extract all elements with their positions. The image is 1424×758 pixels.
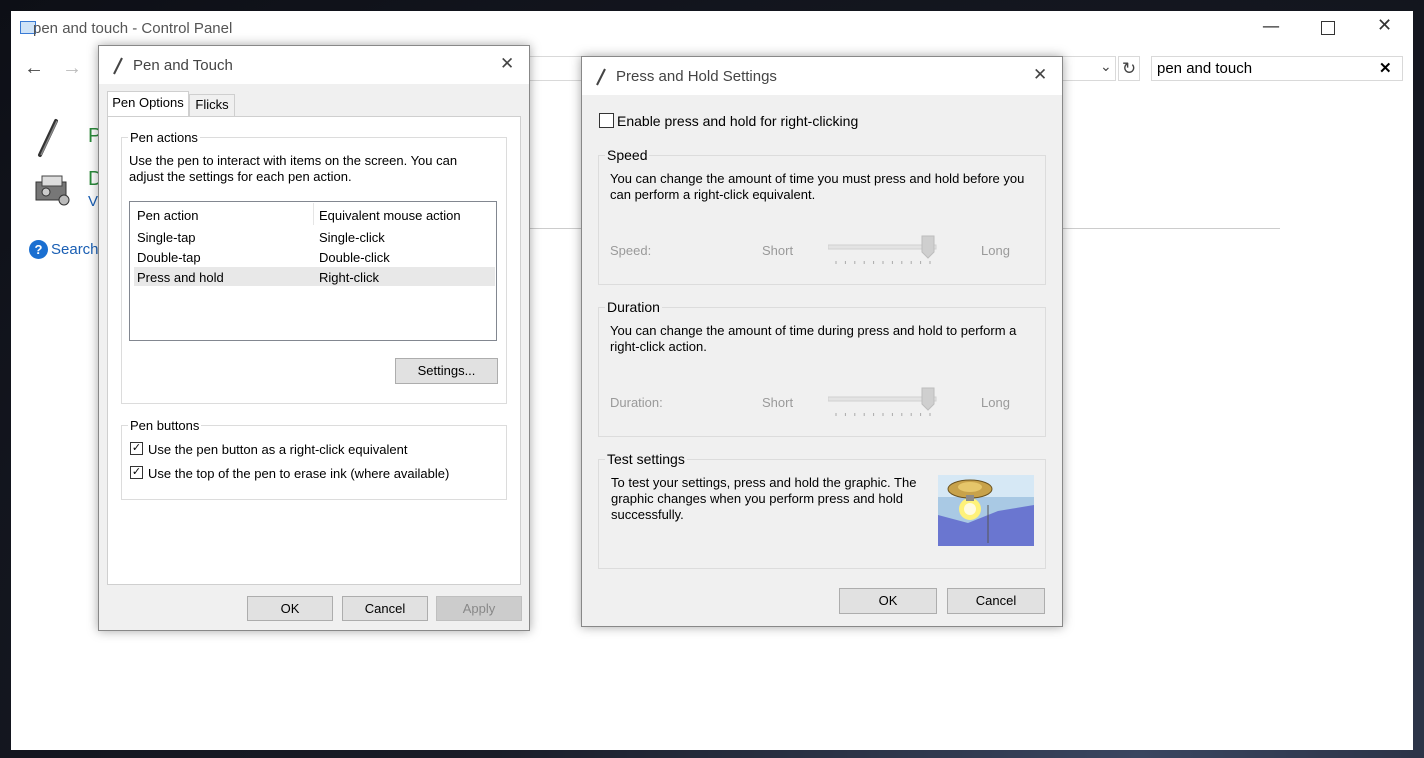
speed-long-label: Long	[981, 243, 1010, 258]
close-icon[interactable]: ✕	[1033, 65, 1047, 85]
duration-slider[interactable]	[827, 386, 940, 420]
duration-long-label: Long	[981, 395, 1010, 410]
apply-button[interactable]: Apply	[436, 596, 522, 621]
ok-button[interactable]: OK	[247, 596, 333, 621]
pen-actions-description: Use the pen to interact with items on th…	[129, 153, 458, 184]
pen-icon	[596, 68, 606, 86]
close-icon[interactable]: ✕	[500, 54, 514, 74]
pen-button-checkbox[interactable]: ✓	[130, 442, 143, 455]
column-header-pen-action[interactable]: Pen action	[137, 208, 198, 223]
duration-group-label: Duration	[605, 299, 662, 315]
table-row-cell[interactable]: Right-click	[319, 270, 379, 285]
test-settings-description: To test your settings, press and hold th…	[611, 475, 917, 522]
dialog-title: Press and Hold Settings	[616, 68, 777, 85]
pen-and-touch-dialog: Pen and Touch ✕ Pen Options Flicks Pen a…	[98, 45, 530, 631]
pen-buttons-label: Pen buttons	[128, 418, 202, 433]
pen-icon	[113, 57, 123, 75]
slider-thumb	[921, 387, 935, 411]
forward-arrow-icon[interactable]: →	[62, 57, 82, 80]
clear-search-icon[interactable]: ✕	[1379, 59, 1392, 77]
speed-slider[interactable]	[827, 234, 940, 268]
erase-checkbox[interactable]: ✓	[130, 466, 143, 479]
refresh-icon[interactable]: ↻	[1118, 56, 1140, 81]
search-help-link[interactable]: Search	[51, 241, 99, 258]
duration-short-label: Short	[762, 395, 794, 410]
pen-icon	[38, 119, 58, 157]
back-arrow-icon[interactable]: ←	[24, 57, 44, 80]
tab-flicks[interactable]: Flicks	[189, 94, 235, 116]
minimize-icon[interactable]: —	[1262, 16, 1280, 37]
duration-label: Duration:	[610, 395, 663, 410]
slider-track	[827, 244, 937, 250]
column-header-mouse-action[interactable]: Equivalent mouse action	[319, 208, 461, 223]
help-icon: ?	[29, 240, 48, 259]
tab-pen-options[interactable]: Pen Options	[107, 91, 189, 117]
column-separator	[313, 203, 314, 225]
maximize-icon[interactable]	[1321, 21, 1335, 35]
erase-checkbox-label[interactable]: Use the top of the pen to erase ink (whe…	[148, 466, 449, 481]
close-icon[interactable]: ✕	[1377, 15, 1392, 36]
press-and-hold-dialog: Press and Hold Settings ✕ Enable press a…	[581, 56, 1063, 627]
test-settings-label: Test settings	[605, 451, 687, 467]
table-row-cell[interactable]: Double-click	[319, 250, 390, 265]
enable-press-hold-label[interactable]: Enable press and hold for right-clicking	[617, 113, 858, 129]
table-row-cell[interactable]: Single-click	[319, 230, 385, 245]
cancel-button[interactable]: Cancel	[947, 588, 1045, 614]
pen-button-checkbox-label[interactable]: Use the pen button as a right-click equi…	[148, 442, 407, 457]
speed-description: You can change the amount of time you mu…	[610, 171, 1025, 202]
table-row-cell[interactable]: Press and hold	[137, 270, 224, 285]
cancel-button[interactable]: Cancel	[342, 596, 428, 621]
window-title: pen and touch - Control Panel	[33, 20, 233, 37]
devices-icon	[35, 175, 70, 206]
search-input-value: pen and touch	[1157, 60, 1253, 77]
chevron-down-icon[interactable]: ⌄	[1100, 58, 1112, 75]
slider-graphic	[827, 387, 937, 416]
settings-button[interactable]: Settings...	[395, 358, 498, 384]
ok-button[interactable]: OK	[839, 588, 937, 614]
slider-track	[827, 396, 937, 402]
pen-actions-label: Pen actions	[128, 130, 200, 145]
slider-thumb	[921, 235, 935, 259]
speed-group-label: Speed	[605, 147, 650, 163]
enable-press-hold-checkbox[interactable]	[599, 113, 614, 128]
speed-label: Speed:	[610, 243, 652, 258]
pen-buttons-group	[121, 425, 507, 500]
table-row-cell[interactable]: Double-tap	[137, 250, 201, 265]
test-graphic-bulb-icon[interactable]	[938, 475, 1034, 546]
duration-description: You can change the amount of time during…	[610, 323, 1017, 354]
table-row-cell[interactable]: Single-tap	[137, 230, 196, 245]
speed-short-label: Short	[762, 243, 794, 258]
dialog-title: Pen and Touch	[133, 57, 233, 74]
slider-graphic	[827, 235, 937, 264]
